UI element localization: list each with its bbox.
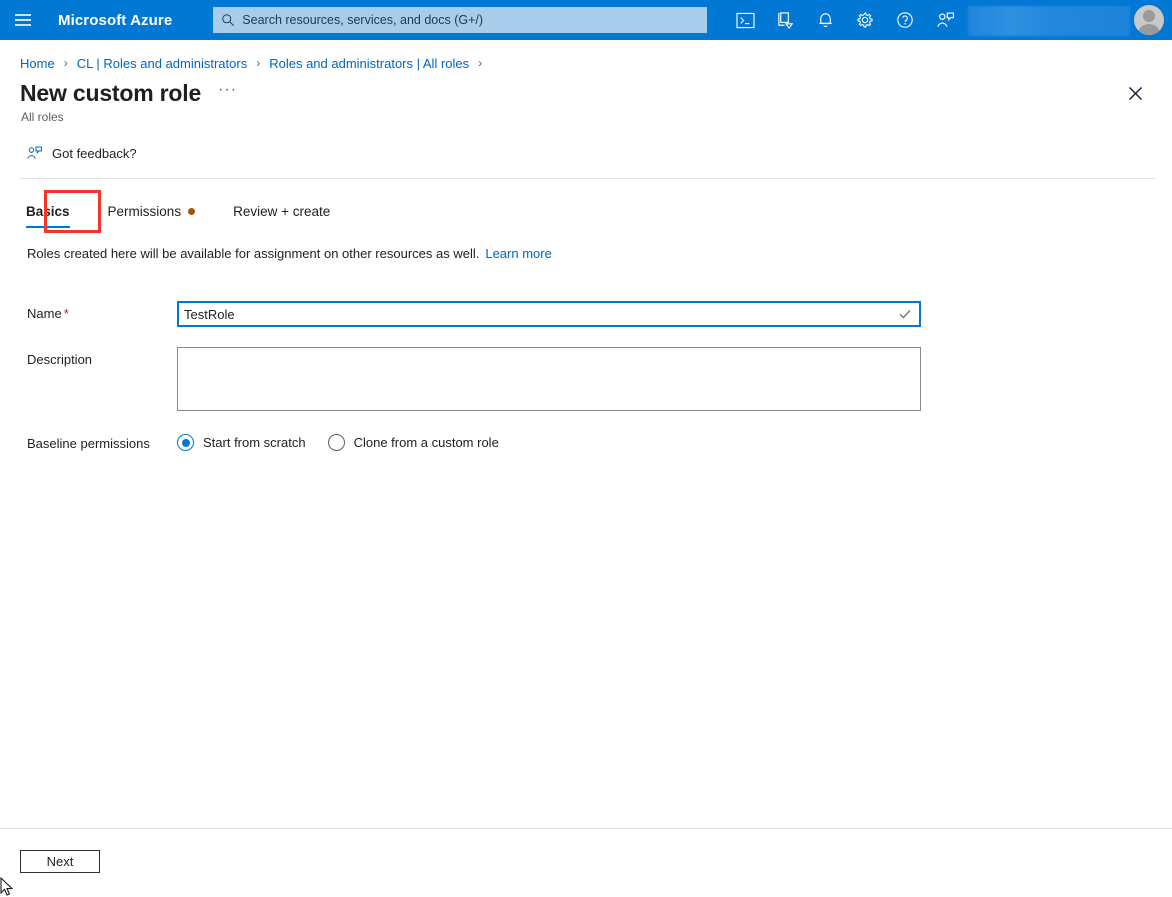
- tab-permissions-label: Permissions: [107, 204, 182, 219]
- feedback-person-icon: [27, 146, 42, 159]
- user-avatar[interactable]: [1134, 5, 1164, 35]
- wizard-tabs: Basics Permissions Review + create: [26, 190, 1172, 233]
- global-search-placeholder: Search resources, services, and docs (G+…: [242, 13, 484, 27]
- name-field-row: Name *: [27, 301, 1172, 327]
- got-feedback-label: Got feedback?: [52, 145, 137, 161]
- breadcrumb-separator-icon: ›: [478, 56, 483, 70]
- basics-form: Name* Description Baseline permissions S…: [0, 301, 1172, 451]
- name-field-label: Name *: [27, 301, 177, 321]
- next-button[interactable]: Next: [20, 850, 100, 873]
- name-required-marker: *: [63, 306, 69, 321]
- baseline-permissions-radio-group: Start from scratch Clone from a custom r…: [177, 431, 521, 451]
- hamburger-line: [15, 24, 31, 26]
- command-bar-divider: [20, 178, 1155, 179]
- baseline-permissions-label: Baseline permissions: [27, 436, 150, 451]
- close-icon: [1128, 86, 1142, 100]
- azure-brand-title[interactable]: Microsoft Azure: [58, 12, 172, 29]
- directory-switch-icon[interactable]: [765, 0, 805, 40]
- intro-text: Roles created here will be available for…: [27, 246, 480, 261]
- radio-clone-from-custom-role-indicator[interactable]: [327, 434, 345, 451]
- intro-text-row: Roles created here will be available for…: [27, 246, 1172, 261]
- name-input[interactable]: [177, 301, 921, 327]
- tab-permissions-status-dot: [188, 208, 196, 215]
- avatar-head: [1143, 10, 1155, 22]
- page-title-row: New custom role ···: [20, 80, 1172, 107]
- feedback-person-icon[interactable]: [925, 0, 965, 40]
- command-bar: Got feedback?: [22, 140, 1172, 166]
- hamburger-line: [15, 19, 31, 21]
- baseline-permissions-row: Baseline permissions Start from scratch …: [27, 431, 1172, 451]
- settings-gear-icon[interactable]: [845, 0, 885, 40]
- page-subtitle: All roles: [21, 110, 64, 124]
- breadcrumb-item-home[interactable]: Home: [20, 56, 55, 71]
- tab-review-create[interactable]: Review + create: [233, 204, 330, 228]
- hamburger-menu-icon[interactable]: [10, 0, 36, 40]
- radio-start-from-scratch-indicator[interactable]: [177, 434, 194, 451]
- name-input-wrap: [177, 301, 921, 327]
- breadcrumb-item-all-roles[interactable]: Roles and administrators | All roles: [269, 56, 469, 71]
- redacted-tenant-banner: [968, 6, 1130, 36]
- breadcrumb-item-roles-and-administrators[interactable]: CL | Roles and administrators: [77, 56, 248, 71]
- learn-more-link[interactable]: Learn more: [485, 246, 551, 261]
- breadcrumb: Home › CL | Roles and administrators › R…: [0, 40, 1172, 72]
- radio-start-from-scratch-label: Start from scratch: [203, 435, 306, 450]
- header-icon-group: [725, 0, 965, 40]
- name-label-text: Name: [27, 306, 62, 321]
- radio-clone-from-custom-role[interactable]: Clone from a custom role: [327, 434, 499, 451]
- got-feedback-button[interactable]: Got feedback?: [22, 143, 141, 163]
- description-textarea[interactable]: [177, 347, 921, 411]
- wizard-footer: Next: [0, 829, 1172, 893]
- tab-permissions[interactable]: Permissions: [108, 204, 196, 228]
- checkmark-icon: [899, 309, 911, 319]
- help-question-icon[interactable]: [885, 0, 925, 40]
- description-field-row: Description: [27, 347, 1172, 411]
- notifications-bell-icon[interactable]: [805, 0, 845, 40]
- breadcrumb-separator-icon: ›: [256, 56, 261, 70]
- radio-start-from-scratch[interactable]: Start from scratch: [177, 434, 306, 451]
- tab-basics-label: Basics: [26, 204, 70, 219]
- global-search-input[interactable]: Search resources, services, and docs (G+…: [213, 7, 708, 33]
- tab-basics[interactable]: Basics: [26, 204, 70, 228]
- azure-top-header: Microsoft Azure Search resources, servic…: [0, 0, 1172, 40]
- description-field-label: Description: [27, 352, 93, 367]
- hamburger-line: [15, 14, 31, 16]
- avatar-body: [1137, 24, 1161, 35]
- search-icon: [222, 14, 235, 26]
- page-title: New custom role: [20, 80, 202, 106]
- more-options-button[interactable]: ···: [218, 81, 237, 103]
- cloud-shell-icon[interactable]: [725, 0, 765, 40]
- mouse-cursor: [0, 877, 14, 896]
- tab-review-create-label: Review + create: [233, 204, 331, 219]
- breadcrumb-separator-icon: ›: [63, 56, 68, 70]
- radio-clone-from-custom-role-label: Clone from a custom role: [353, 435, 499, 450]
- close-blade-button[interactable]: [1123, 81, 1147, 105]
